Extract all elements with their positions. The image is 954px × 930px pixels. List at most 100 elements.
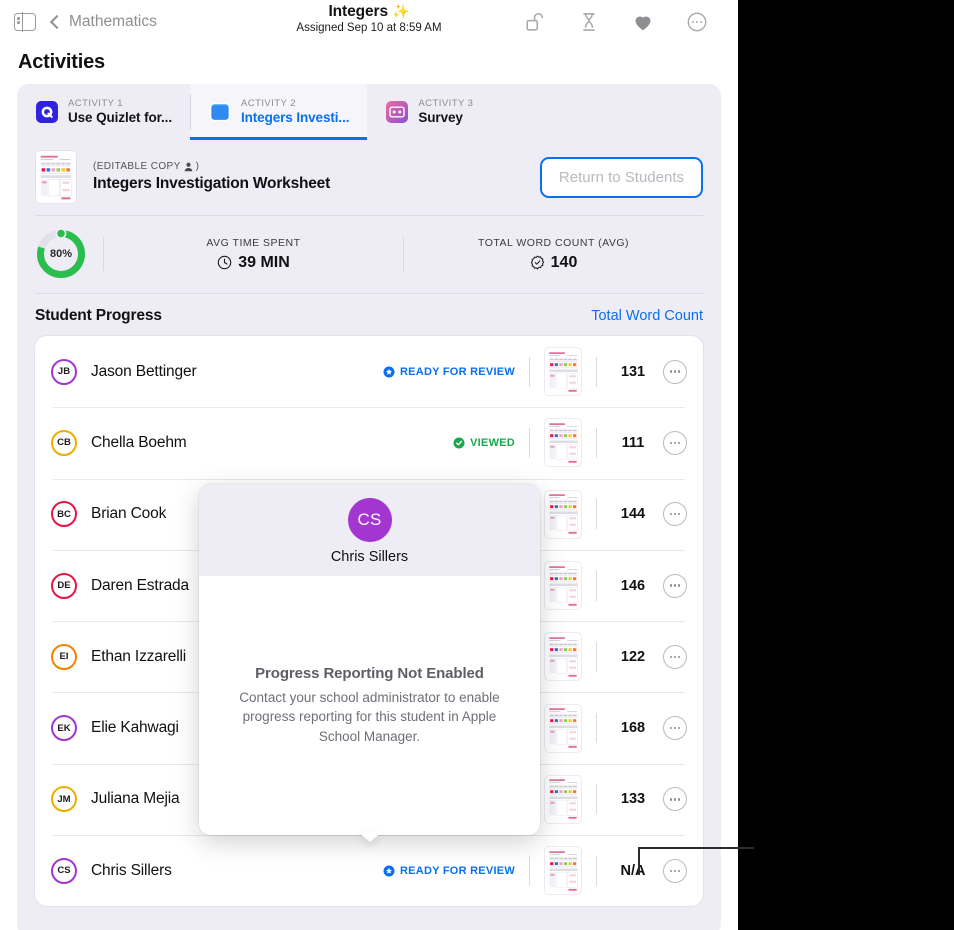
word-count-value: 144 [611, 506, 655, 522]
student-row[interactable]: CB Chella Boehm VIEWED [35, 407, 703, 478]
student-worksheet-thumbnail[interactable] [544, 775, 582, 824]
chevron-left-icon [50, 15, 64, 29]
student-row-right: 144 [515, 490, 687, 539]
sparkles-icon: ✨ [392, 3, 409, 19]
student-row-right: READY FOR REVIEW [383, 347, 687, 396]
student-worksheet-thumbnail[interactable] [544, 846, 582, 895]
tab-activity-3-text: ACTIVITY 3 Survey [418, 98, 473, 127]
checkmark-seal-icon [530, 255, 545, 270]
more-circle-icon[interactable] [663, 645, 687, 669]
student-worksheet-thumbnail[interactable] [544, 632, 582, 681]
row-divider-2 [596, 713, 597, 743]
row-divider-2 [596, 428, 597, 458]
more-circle-icon[interactable] [686, 11, 708, 33]
tab-activity-1-label: Use Quizlet for... [68, 110, 172, 127]
survey-icon [385, 100, 409, 124]
callout-leader-line-vertical [638, 847, 640, 875]
review-badge-icon [383, 865, 395, 877]
popover-header: CS Chris Sillers [199, 484, 540, 576]
stat-avg-time-spent-value-group: 39 MIN [104, 254, 403, 272]
word-count-value: 146 [611, 578, 655, 594]
document-eyebrow-end: ) [196, 161, 200, 172]
student-row-right: 122 [515, 632, 687, 681]
assignment-title-text: Integers [328, 3, 388, 20]
student-row-right: 133 [515, 775, 687, 824]
activity-tabs: ACTIVITY 1 Use Quizlet for... [17, 84, 721, 140]
student-worksheet-thumbnail[interactable] [544, 490, 582, 539]
pin-icon[interactable] [578, 11, 600, 33]
word-count-value: 168 [611, 720, 655, 736]
toolbar: Mathematics Integers ✨ Assigned Sep 10 a… [0, 0, 738, 44]
more-circle-icon[interactable] [663, 716, 687, 740]
return-to-students-button[interactable]: Return to Students [540, 157, 703, 198]
student-progress-title: Student Progress [35, 307, 162, 325]
tab-activity-1[interactable]: ACTIVITY 1 Use Quizlet for... [17, 84, 190, 140]
avatar: JB [51, 359, 77, 385]
status-badge-label: VIEWED [470, 437, 515, 449]
document-meta: (EDITABLE COPY ) Integers Investigation … [93, 161, 330, 193]
document-row: (EDITABLE COPY ) Integers Investigation … [17, 140, 721, 216]
student-name: Chris Sillers [91, 862, 172, 880]
status-badge-label: READY FOR REVIEW [400, 366, 515, 378]
heart-icon[interactable] [632, 11, 654, 33]
toolbar-right-group [524, 11, 724, 33]
more-circle-icon[interactable] [663, 787, 687, 811]
student-row-right: VIEWED [453, 418, 687, 467]
row-divider-2 [596, 856, 597, 886]
stat-total-word-count-label: TOTAL WORD COUNT (AVG) [404, 237, 703, 249]
review-badge-icon [383, 366, 395, 378]
student-worksheet-thumbnail[interactable] [544, 561, 582, 610]
student-name: Daren Estrada [91, 577, 189, 595]
word-count-value: 122 [611, 649, 655, 665]
status-badge: VIEWED [453, 437, 515, 449]
back-button[interactable]: Mathematics [52, 13, 157, 31]
screenshot-root: Mathematics Integers ✨ Assigned Sep 10 a… [0, 0, 954, 930]
more-circle-icon[interactable] [663, 360, 687, 384]
more-circle-icon[interactable] [663, 502, 687, 526]
more-circle-icon[interactable] [663, 431, 687, 455]
student-name: Brian Cook [91, 505, 166, 523]
document-eyebrow-text: (EDITABLE COPY [93, 161, 181, 172]
status-badge: READY FOR REVIEW [383, 366, 515, 378]
tab-activity-3-eyebrow: ACTIVITY 3 [418, 98, 473, 110]
avatar: EI [51, 644, 77, 670]
stat-avg-time-spent-label: AVG TIME SPENT [104, 237, 403, 249]
stat-total-word-count: TOTAL WORD COUNT (AVG) 140 [404, 237, 703, 272]
avatar: EK [51, 715, 77, 741]
word-count-value: N/A [611, 863, 655, 879]
student-worksheet-thumbnail[interactable] [544, 704, 582, 753]
tab-activity-3[interactable]: ACTIVITY 3 Survey [367, 84, 491, 140]
avatar: CS [51, 858, 77, 884]
row-divider-2 [596, 499, 597, 529]
student-worksheet-thumbnail[interactable] [544, 418, 582, 467]
stat-avg-time-spent-value: 39 MIN [238, 254, 290, 272]
total-word-count-link[interactable]: Total Word Count [591, 308, 703, 324]
tab-activity-2[interactable]: ACTIVITY 2 Integers Investi... [190, 84, 367, 140]
progress-reporting-popover: CS Chris Sillers Progress Reporting Not … [199, 484, 540, 835]
tab-activity-2-eyebrow: ACTIVITY 2 [241, 98, 349, 110]
popover-body: Progress Reporting Not Enabled Contact y… [199, 576, 540, 835]
tab-activity-1-text: ACTIVITY 1 Use Quizlet for... [68, 98, 172, 127]
quizlet-icon [35, 100, 59, 124]
clock-icon [217, 255, 232, 270]
tab-activity-1-eyebrow: ACTIVITY 1 [68, 98, 172, 110]
row-divider-2 [596, 784, 597, 814]
student-row-right: 168 [515, 704, 687, 753]
worksheet-thumbnail[interactable] [35, 150, 77, 204]
unlock-icon[interactable] [524, 11, 546, 33]
student-name: Chella Boehm [91, 434, 187, 452]
student-name: Jason Bettinger [91, 363, 196, 381]
stat-avg-time-spent: AVG TIME SPENT 39 MIN [104, 237, 403, 272]
student-row-right: READY FOR REVIEW [383, 846, 687, 895]
student-row[interactable]: JB Jason Bettinger READY FOR REVIEW [35, 336, 703, 407]
more-circle-icon[interactable] [663, 859, 687, 883]
pages-document-icon [208, 100, 232, 124]
student-row[interactable]: CS Chris Sillers READY FOR REVIEW [35, 835, 703, 906]
student-worksheet-thumbnail[interactable] [544, 347, 582, 396]
person-icon [184, 162, 193, 172]
row-divider-2 [596, 642, 597, 672]
sidebar-toggle-icon[interactable] [14, 13, 36, 31]
more-circle-icon[interactable] [663, 574, 687, 598]
stats-row: 80% AVG TIME SPENT 39 MIN [17, 216, 721, 294]
row-divider-1 [529, 357, 530, 387]
